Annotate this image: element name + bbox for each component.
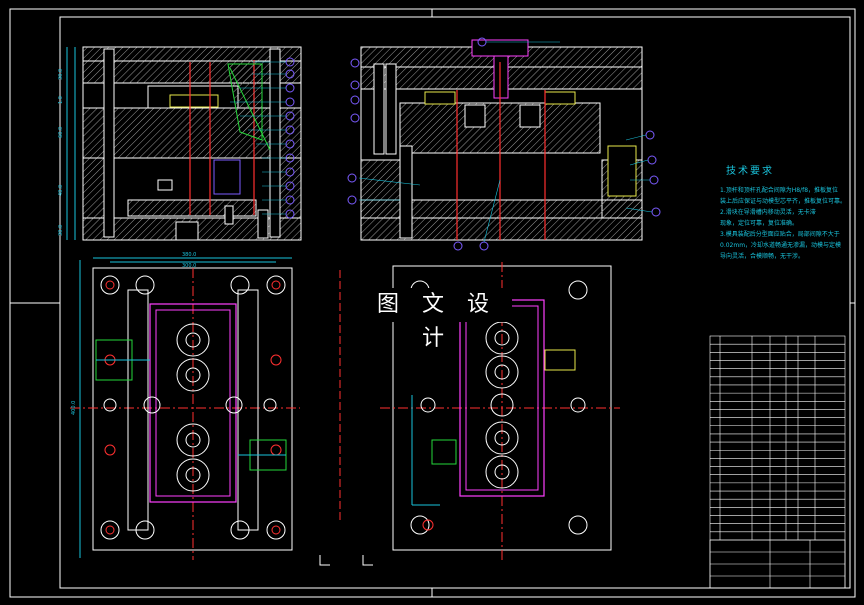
note-line: 3.模具装配后分型面应贴合，局部间隙不大于	[720, 231, 840, 238]
bill-of-materials	[709, 335, 846, 589]
dim-label-2: 1.0	[58, 96, 64, 104]
plan-dim-top-1: 380.0	[182, 252, 196, 258]
note-line: 导向灵活，合模顺畅，无干涉。	[720, 253, 805, 260]
note-line: 现象，定位可靠，复位准确。	[720, 220, 799, 227]
dim-label-3: 60.0	[58, 127, 64, 138]
dim-label-1: 30.0	[58, 69, 64, 80]
note-line: 装上后应保证与动模型芯平齐，推板复位可靠。	[720, 198, 847, 205]
plan-dim-left: 400.0	[71, 401, 77, 415]
section-view-right	[347, 37, 661, 251]
note-line: 1.顶杆和顶杆孔配合间隙为H8/f8，推板复位	[720, 187, 839, 194]
dim-label-5: 30.0	[58, 225, 64, 236]
left-view-dimension-labels: 30.0 1.0 60.0 40.0 30.0	[58, 69, 64, 236]
dim-label-4: 40.0	[58, 185, 64, 196]
section-view-left	[66, 46, 302, 241]
plan-view-left	[70, 257, 300, 560]
watermark: 图 文 设 计	[362, 288, 512, 351]
plan-dim-top-2: 300.0	[182, 263, 196, 269]
technical-requirements: 技术要求 1.顶杆和顶杆孔配合间隙为H8/f8，推板复位 装上后应保证与动模型芯…	[720, 162, 855, 262]
note-line: 0.02mm，冷却水道畅通无渗漏，动模与定模	[720, 242, 842, 249]
plan-view-left-dimensions: 380.0 300.0 400.0	[71, 252, 196, 415]
note-line: 2.滑块在导滑槽内移动灵活，无卡滞	[720, 209, 816, 216]
technical-requirements-title: 技术要求	[726, 166, 774, 177]
